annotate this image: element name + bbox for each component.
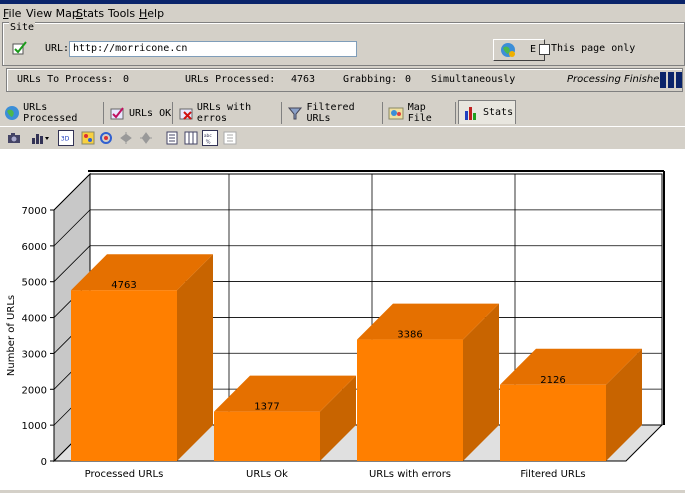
site-group: Site URL: http://morricone.cn E This pag… bbox=[2, 22, 685, 66]
data-grid-icon[interactable] bbox=[183, 130, 199, 146]
tab-stats[interactable]: Stats bbox=[458, 100, 516, 124]
grabbing-label: Grabbing: bbox=[343, 74, 398, 85]
simultaneously-label: Simultaneously bbox=[431, 74, 516, 85]
tab-map-file[interactable]: Map File bbox=[384, 102, 456, 124]
x-tick-label: URLs with errors bbox=[369, 469, 451, 480]
this-page-only-checkbox[interactable] bbox=[539, 44, 550, 55]
y-tick-label: 3000 bbox=[22, 349, 47, 360]
menu-bar: File View Map Stats Tools Help bbox=[0, 4, 685, 22]
tab-urls-processed[interactable]: URLs Processed bbox=[0, 102, 104, 124]
svg-text:abc: abc bbox=[204, 133, 212, 139]
stats-icon bbox=[465, 106, 476, 120]
x-tick-label: Processed URLs bbox=[85, 469, 164, 480]
globe-icon bbox=[5, 106, 19, 120]
3d-toggle-icon[interactable]: 3D bbox=[58, 130, 74, 146]
camera-icon[interactable] bbox=[6, 130, 22, 146]
site-legend: Site bbox=[9, 22, 36, 33]
flip-horizontal-icon[interactable] bbox=[118, 130, 134, 146]
go-button[interactable]: E bbox=[493, 39, 545, 61]
tab-strip: URLs Processed URLs OK URLs with erros F… bbox=[0, 100, 685, 126]
tab-urls-ok[interactable]: URLs OK bbox=[105, 102, 173, 124]
chart-toolbar: 3D abc% bbox=[0, 126, 685, 149]
globe-go-icon bbox=[501, 43, 515, 57]
error-icon bbox=[179, 108, 193, 120]
y-tick-label: 2000 bbox=[22, 385, 47, 396]
bar-side bbox=[177, 254, 213, 461]
menu-stats[interactable]: Stats bbox=[76, 7, 104, 20]
filter-icon bbox=[287, 107, 303, 120]
rotate-icon[interactable] bbox=[98, 130, 114, 146]
url-label: URL: bbox=[45, 43, 70, 54]
to-process-label: URLs To Process: bbox=[17, 74, 114, 85]
bar bbox=[71, 290, 177, 461]
y-tick-label: 6000 bbox=[22, 242, 47, 253]
tab-filtered-urls[interactable]: Filtered URLs bbox=[283, 102, 383, 124]
processed-value: 4763 bbox=[291, 74, 316, 85]
menu-file[interactable]: File bbox=[3, 7, 21, 20]
go-label: E bbox=[530, 44, 537, 55]
bar-chart: 0 1000 2000 3000 4000 5000 6000 7000 4763 Process… bbox=[6, 170, 665, 493]
to-process-value: 0 bbox=[123, 74, 130, 85]
chart-type-dropdown-icon[interactable] bbox=[30, 130, 50, 146]
properties-icon[interactable] bbox=[164, 130, 180, 146]
data-label: 1377 bbox=[254, 402, 279, 413]
y-tick-label: 4000 bbox=[22, 314, 47, 325]
y-tick-label: 0 bbox=[41, 457, 47, 468]
status-row: URLs To Process: 0 URLs Processed: 4763 … bbox=[6, 68, 683, 92]
bar bbox=[500, 384, 606, 461]
menu-tools[interactable]: Tools bbox=[108, 7, 135, 20]
x-tick-label: Filtered URLs bbox=[520, 469, 585, 480]
this-page-only-label: This page only bbox=[551, 43, 636, 54]
data-label: 2126 bbox=[540, 375, 565, 386]
tab-urls-with-errors[interactable]: URLs with erros bbox=[174, 102, 282, 124]
svg-text:3D: 3D bbox=[61, 136, 70, 143]
y-tick-label: 5000 bbox=[22, 278, 47, 289]
bar bbox=[357, 339, 463, 461]
processed-label: URLs Processed: bbox=[185, 74, 276, 85]
processing-status: Processing Finished bbox=[567, 74, 666, 85]
legend-icon[interactable] bbox=[222, 130, 238, 146]
chart-area: 0 1000 2000 3000 4000 5000 6000 7000 4763 Process… bbox=[0, 149, 685, 493]
map-icon bbox=[388, 107, 404, 120]
flip-vertical-icon[interactable] bbox=[138, 130, 154, 146]
svg-text:%: % bbox=[206, 139, 211, 145]
y-axis-label: Number of URLs bbox=[6, 295, 17, 376]
menu-help[interactable]: Help bbox=[139, 7, 164, 20]
x-tick-label: URLs Ok bbox=[246, 469, 288, 480]
data-label: 3386 bbox=[397, 330, 422, 341]
value-labels-icon[interactable]: abc% bbox=[202, 130, 218, 146]
data-label: 4763 bbox=[111, 280, 136, 291]
url-input[interactable]: http://morricone.cn bbox=[69, 41, 357, 57]
edit-check-icon bbox=[12, 41, 27, 55]
palette-icon[interactable] bbox=[80, 130, 96, 146]
y-tick-label: 1000 bbox=[22, 421, 47, 432]
menu-view-map[interactable]: View Map bbox=[26, 7, 79, 20]
y-tick-label: 7000 bbox=[22, 206, 47, 217]
check-icon bbox=[110, 107, 124, 120]
bar bbox=[214, 411, 320, 461]
progress-indicator bbox=[660, 72, 682, 88]
grabbing-value: 0 bbox=[405, 74, 412, 85]
